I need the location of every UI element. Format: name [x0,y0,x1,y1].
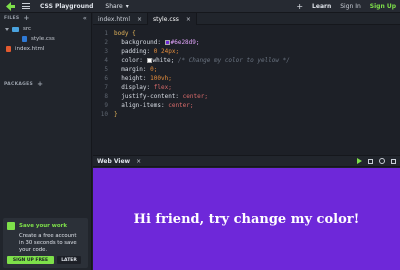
css-selector: body [114,30,129,37]
collapse-sidebar-icon[interactable]: « [83,15,87,22]
folder-src[interactable]: src [0,24,91,34]
color-swatch-icon[interactable] [146,57,152,63]
line-number: 4 [104,57,108,64]
packages-header: PACKAGES + [0,79,92,90]
file-style-css[interactable]: style.css [0,34,91,44]
css-value: center; [168,102,194,109]
tab-label: index.html [98,15,130,23]
chevron-down-icon [5,27,9,31]
css-file-icon [22,36,27,42]
close-icon[interactable]: × [137,16,142,23]
files-header: FILES + « [0,13,91,24]
line-number: 8 [104,93,108,100]
new-project-button[interactable]: + [296,2,303,11]
line-number: 10 [100,111,108,118]
css-property: color: [121,57,143,64]
close-icon[interactable]: × [186,16,191,23]
packages-label: PACKAGES [4,82,34,87]
line-number: 5 [104,66,108,73]
preview-heading: Hi friend, try change my color! [133,211,360,227]
sign-up-link[interactable]: Sign Up [370,3,396,10]
folder-label: src [23,26,32,32]
web-view-bar: Web View × [93,155,400,167]
tab-style-css[interactable]: style.css × [148,13,197,25]
tab-label: style.css [153,15,179,23]
save-card-line: in 30 seconds to save [19,240,77,246]
css-property: padding: [121,48,151,55]
css-value: #6e28d9; [170,39,200,46]
line-number: 3 [104,48,108,55]
top-bar: CSS Playground Share ▾ + Learn Sign In S… [0,0,400,13]
line-number: 7 [104,84,108,91]
add-file-button[interactable]: + [23,15,29,22]
add-package-button[interactable]: + [37,81,43,88]
css-comment: /* Change my color to yellow */ [177,57,290,64]
menu-icon[interactable] [22,3,30,9]
line-number: 9 [104,102,108,109]
open-brace: { [132,30,136,37]
app-title: CSS Playground [40,2,94,10]
tab-index-html[interactable]: index.html × [93,13,149,25]
web-view-preview: Hi friend, try change my color! [93,168,400,270]
file-label: style.css [31,36,55,42]
share-button[interactable]: Share ▾ [105,3,128,10]
css-value: 0 24px; [153,48,180,55]
run-icon[interactable] [357,158,362,164]
css-property: background: [121,39,161,46]
line-number: 2 [104,39,108,46]
save-card-title: Save your work [19,223,68,229]
css-property: justify-content: [121,93,180,100]
code-line: 9 align-items: center; [93,101,400,110]
css-property: display: [121,84,151,91]
css-property: margin: [121,66,147,73]
css-value: 100vh; [150,75,172,82]
open-new-window-icon[interactable] [368,158,373,164]
fullscreen-icon[interactable] [391,158,396,164]
refresh-icon[interactable] [379,158,385,164]
code-line: 3 padding: 0 24px; [93,47,400,56]
later-button[interactable]: LATER [57,256,81,264]
web-view-title: Web View [97,157,131,165]
file-index-html[interactable]: index.html [0,44,91,54]
save-icon [7,222,15,230]
code-line: 5 margin: 0; [93,65,400,74]
files-label: FILES [4,16,20,21]
sidebar: FILES + « src style.css index.html PACKA… [0,13,92,270]
code-line: 1 body { [93,29,400,38]
editor-tabs: index.html × style.css × [93,13,400,25]
code-line: 6 height: 100vh; [93,74,400,83]
code-line: 8 justify-content: center; [93,92,400,101]
css-value: 0; [150,66,158,73]
sign-in-link[interactable]: Sign In [340,3,361,10]
code-line: 2 background: #6e28d9; [93,38,400,47]
code-line: 7 display: flex; [93,83,400,92]
html-file-icon [6,46,11,52]
file-label: index.html [15,46,45,52]
css-value: center; [182,93,208,100]
code-line: 10 } [93,110,400,119]
close-brace: } [114,111,118,118]
save-work-card: Save your work Create a free account in … [3,218,88,268]
sign-up-free-button[interactable]: SIGN UP FREE [7,256,54,264]
css-property: height: [121,75,147,82]
code-editor[interactable]: 1 body { 2 background: #6e28d9; 3 paddin… [93,26,400,154]
chevron-down-icon: ▾ [125,2,129,10]
playground-logo-icon[interactable] [4,0,16,12]
share-label: Share [105,2,123,10]
css-value: white; [152,57,175,64]
close-icon[interactable]: × [136,158,141,165]
line-number: 1 [104,30,108,37]
save-card-line: Create a free account [19,233,77,239]
save-card-line: your code. [19,247,48,253]
folder-icon [12,26,19,32]
save-card-text: Create a free account in 30 seconds to s… [19,233,84,254]
color-swatch-icon[interactable] [164,39,170,45]
code-line: 4 color: white; /* Change my color to ye… [93,56,400,65]
css-property: align-items: [121,102,165,109]
learn-link[interactable]: Learn [312,3,331,10]
css-value: flex; [153,84,172,91]
line-number: 6 [104,75,108,82]
